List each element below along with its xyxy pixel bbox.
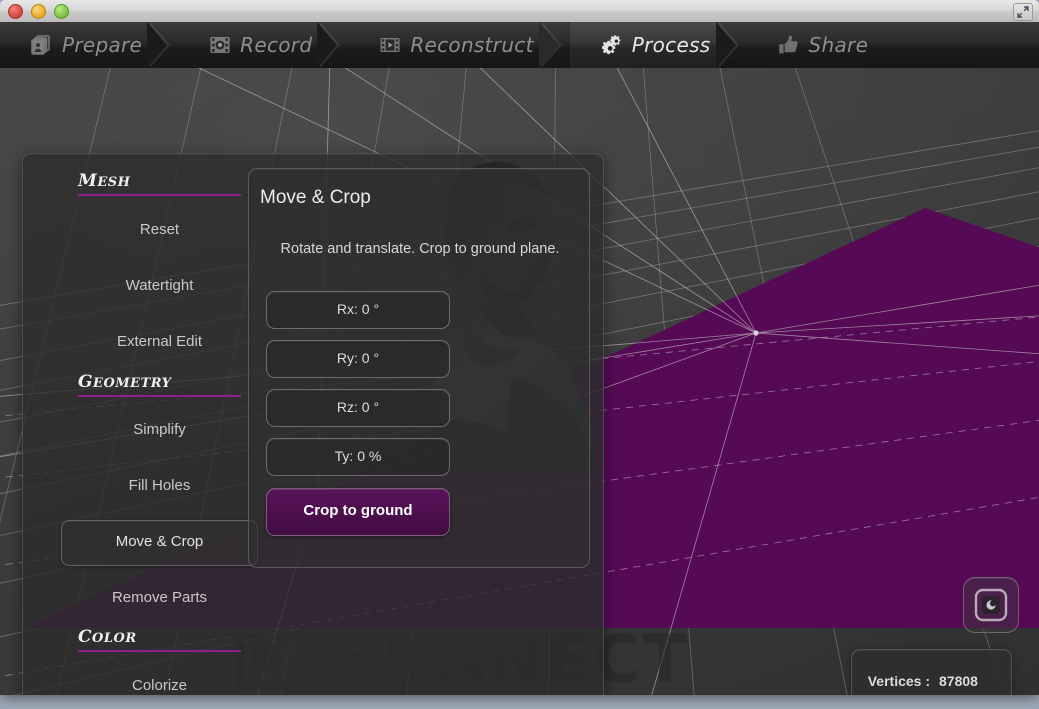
slider-rotate-y[interactable]: Ry: 0 ° [266, 340, 450, 378]
close-window-button[interactable] [8, 4, 23, 19]
crop-to-ground-button[interactable]: Crop to ground [266, 488, 450, 536]
sidebar-item-fill-holes[interactable]: Fill Holes [78, 471, 241, 501]
film-strip-icon [378, 33, 402, 57]
slider-translate-y[interactable]: Ty: 0 % [266, 438, 450, 476]
section-rule [78, 650, 241, 652]
workflow-step-record[interactable]: Record [178, 22, 318, 68]
camera-origin-point [753, 330, 759, 336]
slider-rotate-z[interactable]: Rz: 0 ° [266, 389, 450, 427]
sidebar-item-colorize[interactable]: Colorize [78, 671, 241, 695]
workflow-step-process[interactable]: Process [569, 22, 717, 68]
zoom-window-button[interactable] [54, 4, 69, 19]
cards-person-icon [30, 33, 54, 57]
section-rule [78, 194, 241, 196]
sidebar-section-title: COLOR [78, 627, 137, 647]
film-reel-icon [208, 33, 232, 57]
fullscreen-arrows-icon [1017, 6, 1029, 18]
mesh-stats-panel: Vertices : 87808 Faces : 174062 [851, 649, 1012, 695]
sidebar-item-remove-parts[interactable]: Remove Parts [78, 583, 241, 613]
sidebar-item-external-edit[interactable]: External Edit [78, 327, 241, 357]
traffic-light-group [8, 4, 69, 19]
options-panel-title: Move & Crop [260, 187, 371, 208]
workflow-steps: Prepare Record Reconstruct Process Share [0, 22, 874, 68]
sidebar-item-move-and-crop[interactable]: Move & Crop [61, 520, 258, 566]
workflow-step-label: Reconstruct [410, 33, 534, 57]
minimize-window-button[interactable] [31, 4, 46, 19]
step-separator-4 [715, 22, 747, 68]
workflow-toolbar: Prepare Record Reconstruct Process Share [0, 22, 1039, 69]
step-separator-3 [538, 22, 570, 68]
thumbs-up-icon [777, 33, 801, 57]
gears-icon [600, 33, 624, 57]
stat-row-vertices: Vertices : 87808 [852, 670, 1011, 692]
snapshot-button[interactable] [963, 577, 1019, 633]
sidebar-menu-column: MESH Reset Watertight External Edit GEOM… [23, 154, 258, 695]
move-and-crop-options-panel: Move & Crop Rotate and translate. Crop t… [248, 168, 590, 568]
sidebar-item-simplify[interactable]: Simplify [78, 415, 241, 445]
sidebar-section-title: GEOMETRY [78, 372, 172, 392]
sidebar-section-title: MESH [78, 171, 131, 191]
title-bar [0, 0, 1039, 23]
sidebar-section-header-mesh: MESH [78, 171, 241, 196]
step-separator-1 [147, 22, 178, 68]
stat-value: 87808 [939, 673, 978, 689]
step-separator-2 [317, 22, 348, 68]
workflow-step-label: Record [240, 33, 313, 57]
sidebar-section-header-geometry: GEOMETRY [78, 372, 241, 397]
sidebar-item-reset[interactable]: Reset [78, 215, 241, 245]
window-frame: Prepare Record Reconstruct Process Share… [0, 0, 1039, 695]
3d-viewport[interactable]: SKANECT Vertices : 87808 Faces : [0, 68, 1039, 695]
sidebar-section-header-color: COLOR [78, 627, 241, 652]
stat-key: Vertices : [867, 673, 930, 689]
sidebar-item-watertight[interactable]: Watertight [78, 271, 241, 301]
workflow-step-reconstruct[interactable]: Reconstruct [348, 22, 539, 68]
workflow-step-label: Process [631, 33, 711, 57]
workflow-step-label: Prepare [62, 33, 143, 57]
options-panel-description: Rotate and translate. Crop to ground pla… [280, 241, 560, 257]
workflow-step-share[interactable]: Share [747, 22, 875, 68]
application-window: Prepare Record Reconstruct Process Share… [0, 0, 1039, 709]
snapshot-camera-icon [974, 588, 1008, 622]
fullscreen-button[interactable] [1013, 3, 1033, 21]
slider-rotate-x[interactable]: Rx: 0 ° [266, 291, 450, 329]
workflow-step-prepare[interactable]: Prepare [0, 22, 148, 68]
section-rule [78, 395, 241, 397]
workflow-step-label: Share [808, 33, 869, 57]
